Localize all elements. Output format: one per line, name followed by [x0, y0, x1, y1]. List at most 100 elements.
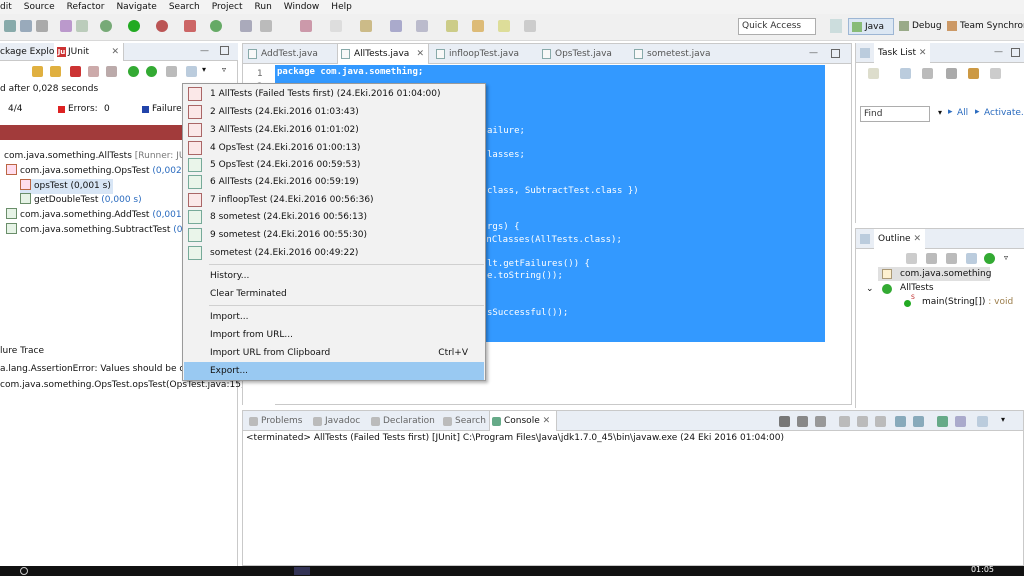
stop-icon[interactable] [166, 66, 177, 77]
next-failure-icon[interactable] [32, 66, 43, 77]
perspective-java[interactable]: Java [848, 18, 894, 35]
perspective-team[interactable]: Team Synchron [944, 18, 1024, 35]
tab-outline[interactable]: Outline ✕ [874, 229, 925, 249]
new-icon[interactable] [4, 20, 16, 32]
tab-search[interactable]: Search [441, 411, 486, 431]
open-console-icon[interactable] [977, 416, 988, 427]
back-icon[interactable] [472, 20, 484, 32]
view-menu-icon[interactable]: ▿ [222, 65, 226, 74]
tab-console[interactable]: Console ✕ [489, 411, 558, 431]
history-item[interactable]: 8 sometest (24.Eki.2016 00:56:13) [184, 208, 484, 226]
paragraph-icon[interactable] [330, 20, 342, 32]
menu-source[interactable]: Source [18, 0, 61, 14]
history-item[interactable]: 4 OpsTest (24.Eki.2016 01:00:13) [184, 139, 484, 157]
outline-package[interactable]: com.java.something [878, 267, 991, 281]
save-icon[interactable] [20, 20, 32, 32]
hide-static-icon[interactable] [946, 253, 957, 264]
close-icon[interactable]: ✕ [416, 44, 424, 64]
menu-window[interactable]: Window [278, 0, 326, 14]
hide-nonpublic-icon[interactable] [966, 253, 977, 264]
menu-item-import-clipboard[interactable]: Import URL from Clipboard Ctrl+V [184, 344, 484, 362]
schedule-icon[interactable] [922, 68, 933, 79]
tab-opstest[interactable]: OpsTest.java [539, 44, 619, 64]
minimize-icon[interactable]: — [994, 47, 1003, 57]
search-icon[interactable] [240, 20, 252, 32]
menu-search[interactable]: Search [163, 0, 206, 14]
history-item[interactable]: 6 AllTests (24.Eki.2016 00:59:19) [184, 173, 484, 191]
history-item[interactable]: 3 AllTests (24.Eki.2016 01:01:02) [184, 121, 484, 139]
menu-navigate[interactable]: Navigate [110, 0, 162, 14]
new-task-icon[interactable] [868, 68, 879, 79]
menu-item-clear-terminated[interactable]: Clear Terminated [184, 285, 484, 303]
minimize-icon[interactable]: — [809, 48, 818, 58]
clear-console-icon[interactable] [839, 416, 850, 427]
tree-item-getdoubletest[interactable]: getDoubleTest (0,000 s) [20, 193, 142, 208]
tree-item-subtracttest[interactable]: com.java.something.SubtractTest (0,00 [6, 223, 197, 238]
print-icon[interactable] [36, 20, 48, 32]
tree-item-opstest-method[interactable]: opsTest (0,001 s) [20, 179, 113, 194]
chevron-down-icon[interactable]: ▾ [202, 65, 206, 74]
open-type-icon[interactable] [60, 20, 72, 32]
rerun-icon[interactable] [128, 66, 139, 77]
search-icon[interactable] [20, 567, 28, 575]
tab-problems[interactable]: Problems [247, 411, 302, 431]
history-layout-icon[interactable] [106, 66, 117, 77]
rerun-failed-first-icon[interactable] [146, 66, 157, 77]
run-icon[interactable] [128, 20, 140, 32]
trace-line[interactable]: com.java.something.OpsTest.opsTest(OpsTe… [0, 380, 244, 390]
prev-failure-icon[interactable] [50, 66, 61, 77]
close-icon[interactable]: ✕ [919, 48, 927, 58]
menu-run[interactable]: Run [249, 0, 278, 14]
history-item[interactable]: 2 AllTests (24.Eki.2016 01:03:43) [184, 103, 484, 121]
tab-task-list[interactable]: Task List ✕ [874, 43, 931, 63]
find-input[interactable]: Find [860, 106, 930, 122]
outline-method[interactable]: Smain(String[]) : void [902, 294, 1013, 307]
tab-addtest[interactable]: AddTest.java [245, 44, 331, 64]
hide-completed-icon[interactable] [946, 68, 957, 79]
annotation-icon[interactable] [300, 20, 312, 32]
pin-console-icon[interactable] [937, 416, 948, 427]
test-run-history-icon[interactable] [186, 66, 197, 77]
tab-javadoc[interactable]: Javadoc [311, 411, 360, 431]
history-item[interactable]: 1 AllTests (Failed Tests first) (24.Eki.… [184, 85, 484, 103]
open-perspective-icon[interactable] [830, 19, 842, 33]
expand-icon[interactable]: ⌄ [866, 284, 874, 294]
sort-icon[interactable] [906, 253, 917, 264]
last-edit-icon[interactable] [446, 20, 458, 32]
forward-arrow-icon[interactable] [524, 20, 536, 32]
scroll-lock-icon[interactable] [857, 416, 868, 427]
close-icon[interactable]: ✕ [543, 416, 551, 426]
maximize-icon[interactable] [220, 46, 229, 55]
history-item[interactable]: 7 infloopTest (24.Eki.2016 00:56:36) [184, 191, 484, 209]
chevron-down-icon[interactable]: ▾ [1001, 415, 1005, 424]
hide-local-types-icon[interactable] [984, 253, 995, 264]
minimize-icon[interactable]: — [200, 46, 209, 56]
history-item[interactable]: sometest (24.Eki.2016 00:49:22) [184, 244, 484, 262]
activate-link[interactable]: Activate... [984, 108, 1024, 118]
tab-alltests[interactable]: AllTests.java ✕ [337, 44, 429, 64]
tree-item-alltests[interactable]: com.java.something.AllTests [Runner: JUn… [4, 149, 194, 164]
hide-fields-icon[interactable] [926, 253, 937, 264]
close-icon[interactable]: ✕ [111, 43, 119, 61]
maximize-icon[interactable] [831, 49, 840, 58]
forward-icon[interactable] [498, 20, 510, 32]
tab-sometest[interactable]: sometest.java [631, 44, 721, 64]
menu-item-history[interactable]: History... [184, 267, 484, 285]
menu-refactor[interactable]: Refactor [61, 0, 111, 14]
new-java-project-icon[interactable] [184, 20, 196, 32]
toggle-mark-icon[interactable] [260, 20, 272, 32]
tree-item-opstest[interactable]: com.java.something.OpsTest (0,002 s) [6, 164, 193, 179]
menu-dit[interactable]: dit [0, 0, 18, 14]
maximize-icon[interactable] [1011, 48, 1020, 57]
scroll-lock-icon[interactable] [88, 66, 99, 77]
sync-icon[interactable] [990, 68, 1001, 79]
tab-inflooptest[interactable]: infloopTest.java [433, 44, 521, 64]
remove-all-icon[interactable] [815, 416, 826, 427]
tab-declaration[interactable]: Declaration [369, 411, 435, 431]
debug-icon[interactable] [100, 20, 112, 32]
chevron-down-icon[interactable]: ▾ [938, 108, 942, 117]
collapse-all-icon[interactable] [968, 68, 979, 79]
categorized-icon[interactable] [900, 68, 911, 79]
display-console-icon[interactable] [955, 416, 966, 427]
show-stdout-icon[interactable] [895, 416, 906, 427]
